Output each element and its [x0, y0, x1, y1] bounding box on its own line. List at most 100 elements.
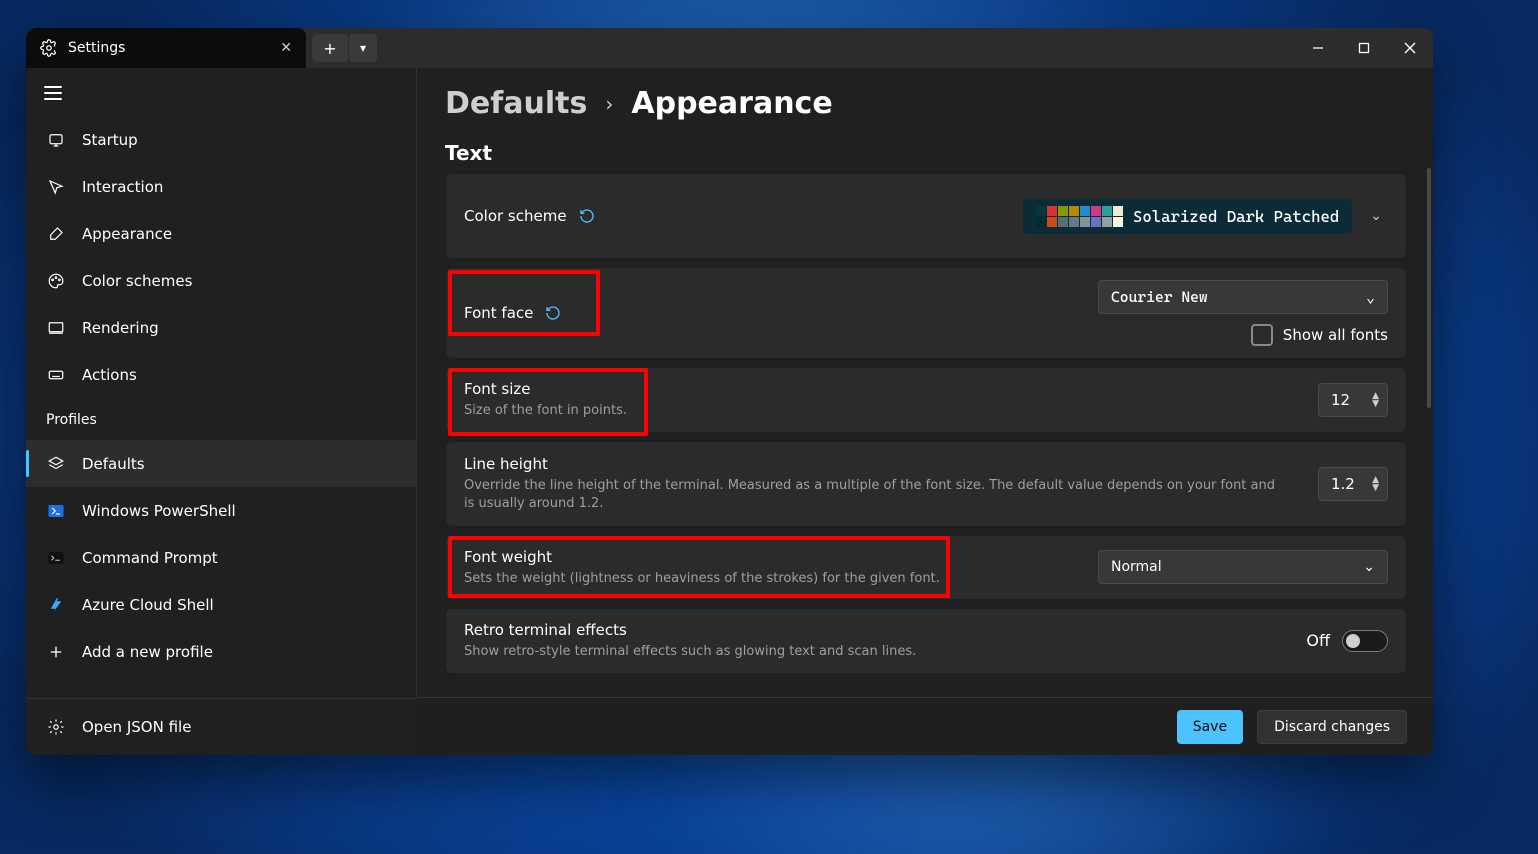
footer: Save Discard changes [416, 697, 1433, 755]
nav-label: Defaults [82, 455, 145, 473]
toggle-state-label: Off [1306, 631, 1330, 650]
section-title: Text [417, 133, 1421, 173]
tab-settings[interactable]: Settings ✕ [26, 28, 306, 68]
chevron-down-icon[interactable]: ⌄ [1364, 208, 1388, 224]
window-minimize-button[interactable] [1295, 28, 1341, 68]
hamburger-icon [44, 86, 62, 100]
main-content: Defaults › Appearance Text Color scheme [416, 68, 1433, 755]
color-scheme-value: Solarized Dark Patched [1133, 207, 1339, 226]
row-label: Retro terminal effects [464, 621, 916, 639]
nav-label: Actions [82, 366, 137, 384]
nav-label: Rendering [82, 319, 159, 337]
reset-icon[interactable] [579, 208, 595, 224]
discard-button[interactable]: Discard changes [1257, 710, 1407, 744]
keyboard-icon [46, 365, 66, 385]
row-label: Font size [464, 380, 627, 398]
show-all-fonts-checkbox[interactable] [1251, 324, 1273, 346]
highlight-annotation [448, 270, 600, 336]
sidebar: Startup Interaction Appearance Color sch… [26, 68, 416, 755]
hamburger-button[interactable] [26, 76, 416, 110]
row-font-face[interactable]: Font face Courier New ⌄ Show all fonts [445, 267, 1407, 359]
brush-icon [46, 224, 66, 244]
chevron-right-icon: › [605, 92, 613, 116]
app-window: Settings ✕ + ▾ Startup Interact [26, 28, 1433, 755]
cursor-icon [46, 177, 66, 197]
font-weight-select[interactable]: Normal ⌄ [1098, 550, 1388, 584]
titlebar: Settings ✕ + ▾ [26, 28, 1433, 68]
nav-interaction[interactable]: Interaction [26, 163, 416, 210]
font-size-value: 12 [1331, 391, 1350, 409]
layers-icon [46, 454, 66, 474]
nav-label: Interaction [82, 178, 163, 196]
open-json-button[interactable]: Open JSON file [26, 699, 416, 755]
nav-label: Open JSON file [82, 718, 191, 736]
profile-defaults[interactable]: Defaults [26, 440, 416, 487]
row-label: Font weight [464, 548, 940, 566]
plus-icon [46, 642, 66, 662]
font-face-select[interactable]: Courier New ⌄ [1098, 280, 1388, 314]
show-all-fonts-label: Show all fonts [1283, 326, 1388, 344]
spinner-icon[interactable]: ▲▼ [1372, 392, 1379, 408]
color-swatches [1036, 206, 1123, 227]
nav-color-schemes[interactable]: Color schemes [26, 257, 416, 304]
rocket-icon [46, 130, 66, 150]
monitor-icon [46, 318, 66, 338]
row-font-weight[interactable]: Font weight Sets the weight (lightness o… [445, 535, 1407, 601]
nav-startup[interactable]: Startup [26, 116, 416, 163]
spinner-icon[interactable]: ▲▼ [1372, 476, 1379, 492]
profile-cmd[interactable]: Command Prompt [26, 534, 416, 581]
line-height-value: 1.2 [1331, 475, 1355, 493]
nav-actions[interactable]: Actions [26, 351, 416, 398]
row-desc: Show retro-style terminal effects such a… [464, 643, 916, 661]
nav-label: Startup [82, 131, 138, 149]
azure-icon [46, 595, 66, 615]
row-label: Color scheme [464, 207, 567, 225]
nav-label: Color schemes [82, 272, 192, 290]
profile-azure[interactable]: Azure Cloud Shell [26, 581, 416, 628]
breadcrumb-root[interactable]: Defaults [445, 86, 587, 121]
nav-label: Azure Cloud Shell [82, 596, 214, 614]
tab-dropdown-button[interactable]: ▾ [349, 34, 377, 62]
save-button[interactable]: Save [1177, 710, 1243, 744]
row-font-size[interactable]: Font size Size of the font in points. 12… [445, 367, 1407, 433]
row-desc: Size of the font in points. [464, 402, 627, 420]
powershell-icon [46, 501, 66, 521]
window-close-button[interactable] [1387, 28, 1433, 68]
retro-toggle[interactable] [1342, 630, 1388, 652]
chevron-down-icon: ⌄ [1366, 288, 1375, 306]
breadcrumb: Defaults › Appearance [417, 68, 1421, 133]
palette-icon [46, 271, 66, 291]
row-color-scheme[interactable]: Color scheme Solarized Dark Patched ⌄ [445, 173, 1407, 259]
window-maximize-button[interactable] [1341, 28, 1387, 68]
row-label: Font face [464, 304, 533, 322]
font-face-value: Courier New [1111, 288, 1208, 306]
nav-label: Appearance [82, 225, 172, 243]
profile-add[interactable]: Add a new profile [26, 628, 416, 675]
close-tab-icon[interactable]: ✕ [280, 40, 292, 56]
profiles-header: Profiles [26, 398, 416, 434]
nav-label: Windows PowerShell [82, 502, 236, 520]
line-height-input[interactable]: 1.2 ▲▼ [1318, 467, 1388, 501]
font-weight-value: Normal [1111, 559, 1162, 575]
color-scheme-chip[interactable]: Solarized Dark Patched [1023, 199, 1352, 234]
row-line-height[interactable]: Line height Override the line height of … [445, 441, 1407, 527]
nav-appearance[interactable]: Appearance [26, 210, 416, 257]
gear-icon [46, 717, 66, 737]
nav-rendering[interactable]: Rendering [26, 304, 416, 351]
tab-label: Settings [68, 40, 125, 56]
nav-label: Add a new profile [82, 643, 213, 661]
chevron-down-icon: ⌄ [1363, 559, 1375, 575]
row-desc: Override the line height of the terminal… [464, 477, 1284, 512]
font-size-input[interactable]: 12 ▲▼ [1318, 383, 1388, 417]
breadcrumb-leaf: Appearance [631, 86, 832, 121]
row-label: Line height [464, 455, 1284, 473]
row-retro-effects[interactable]: Retro terminal effects Show retro-style … [445, 608, 1407, 674]
nav-label: Command Prompt [82, 549, 218, 567]
new-tab-button[interactable]: + [312, 34, 348, 62]
profile-powershell[interactable]: Windows PowerShell [26, 487, 416, 534]
gear-icon [40, 39, 58, 57]
row-desc: Sets the weight (lightness or heaviness … [464, 570, 940, 588]
reset-icon[interactable] [545, 305, 561, 321]
scrollbar[interactable] [1427, 168, 1431, 408]
cmd-icon [46, 548, 66, 568]
